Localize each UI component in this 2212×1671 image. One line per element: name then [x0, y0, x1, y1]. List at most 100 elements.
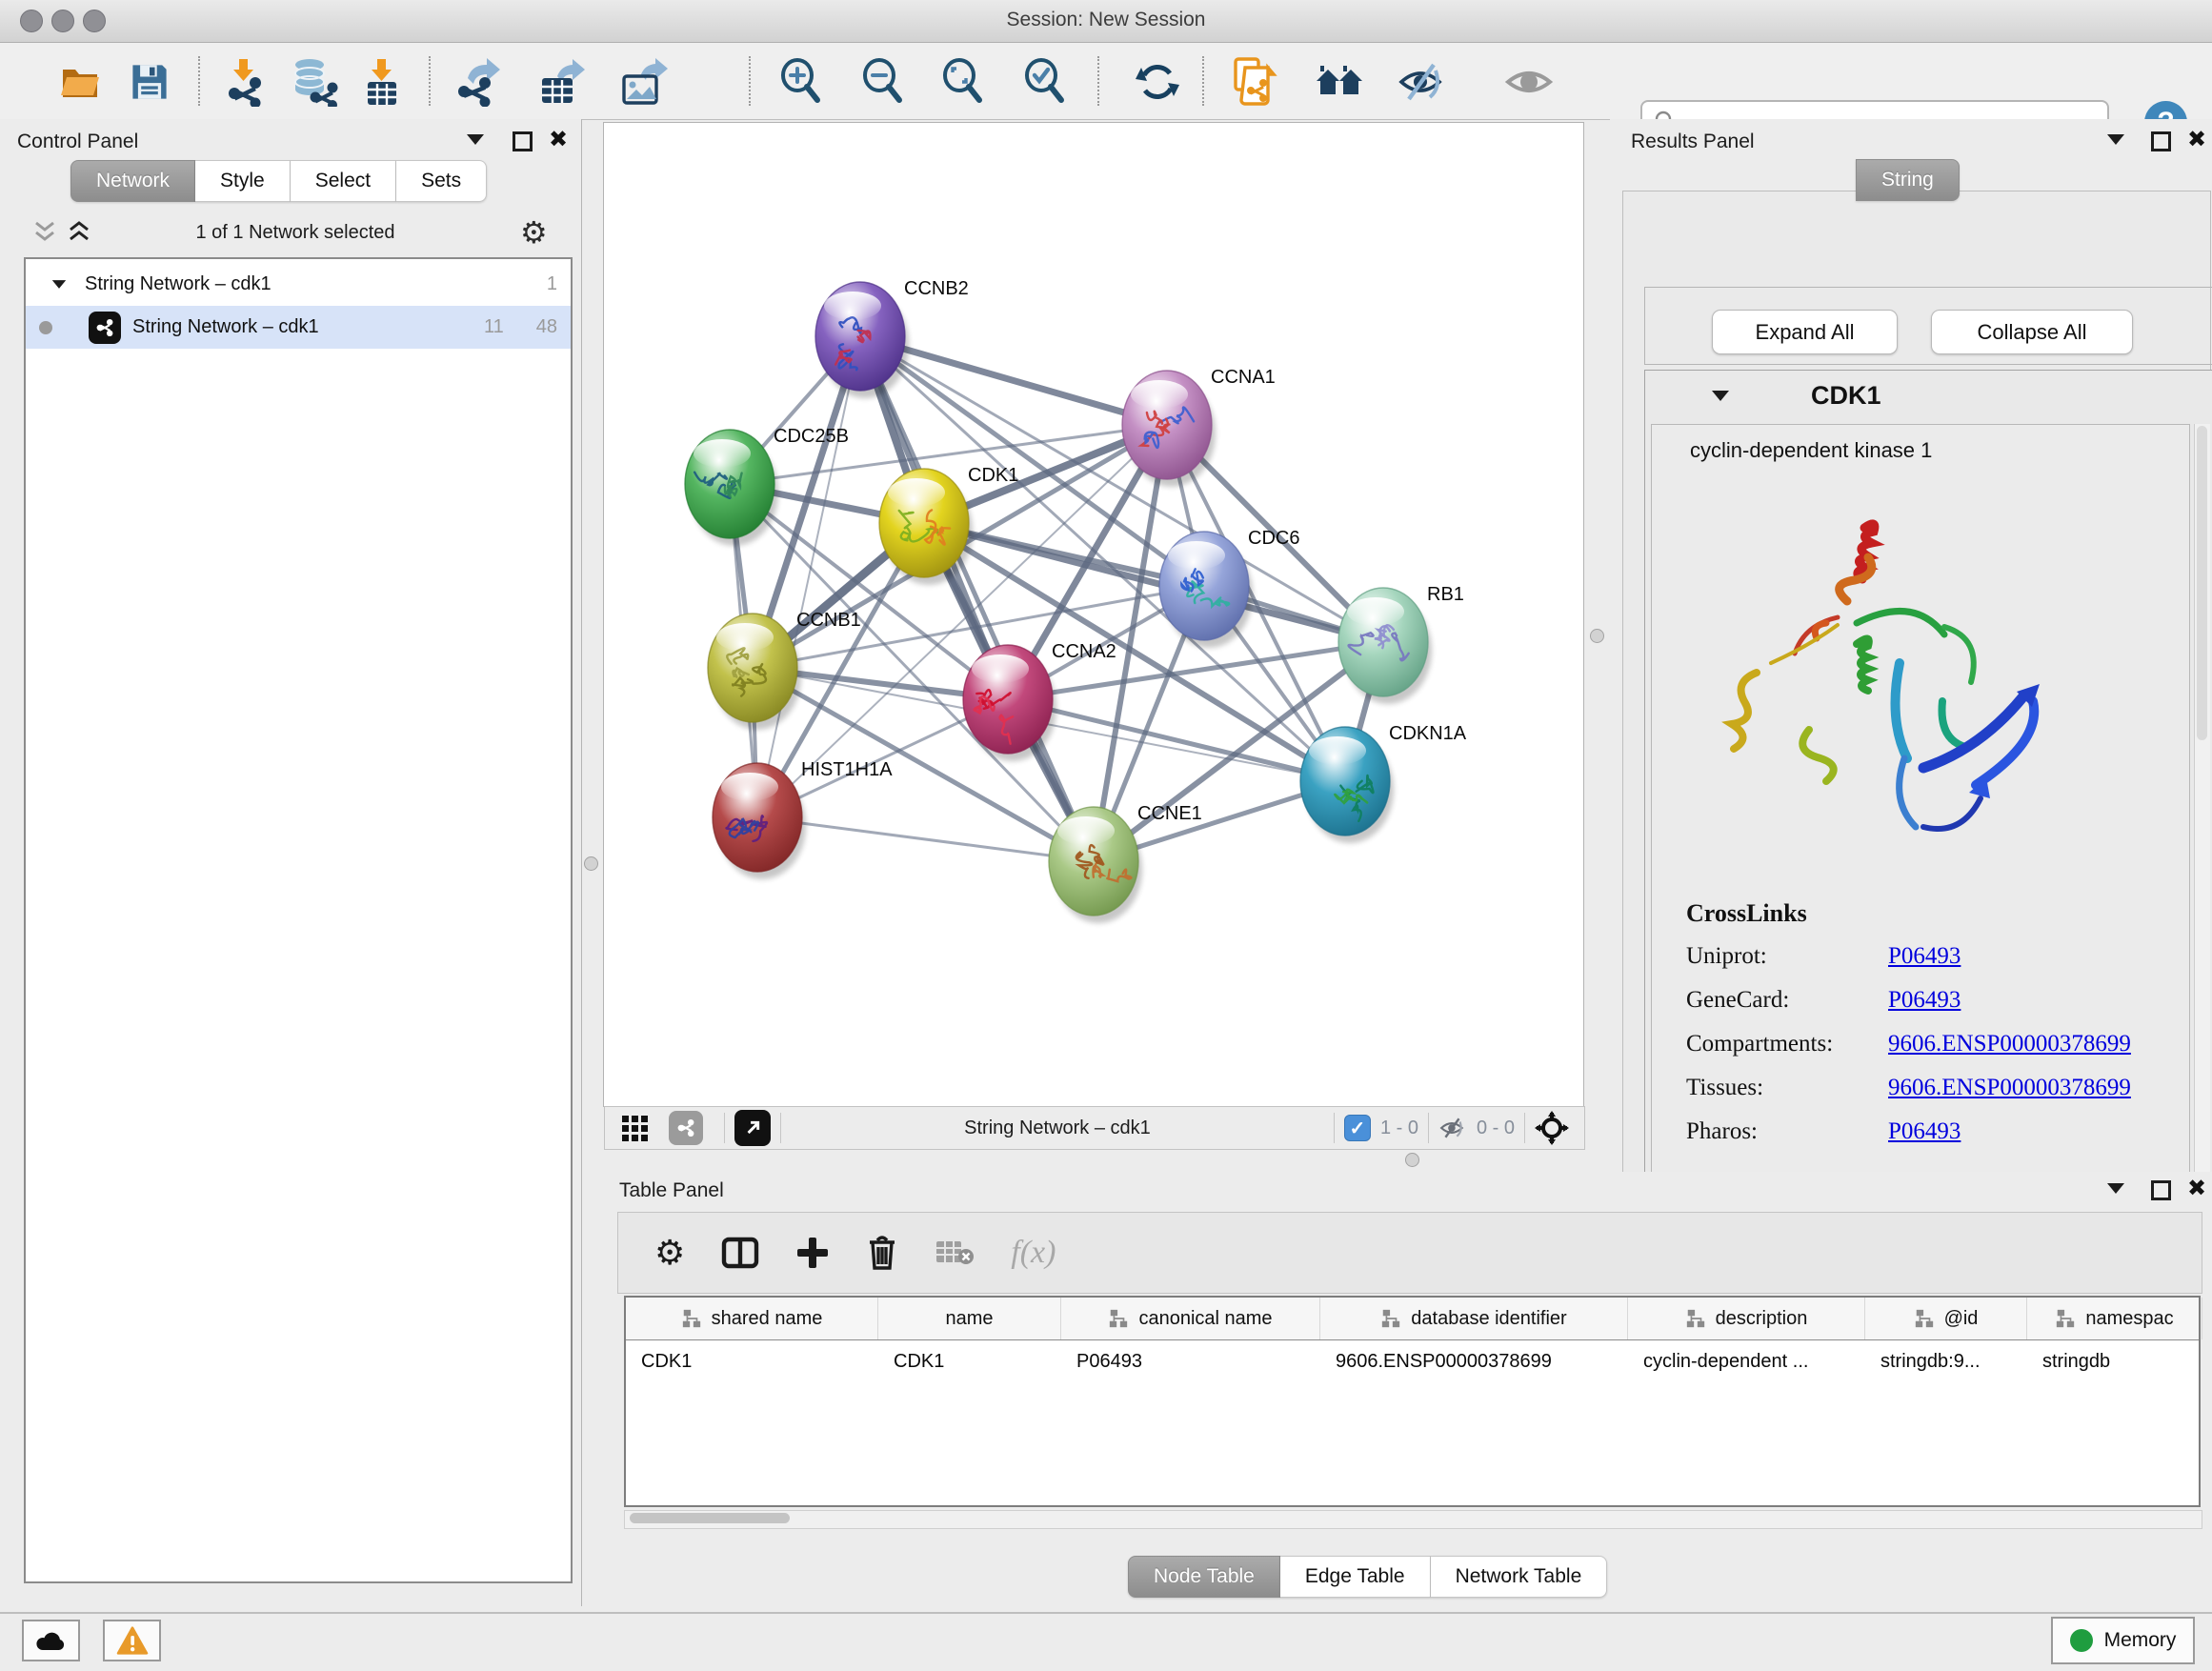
table-cell[interactable]: stringdb:9... — [1865, 1340, 2027, 1382]
maximize-panel-icon[interactable] — [513, 131, 533, 151]
export-image-button[interactable] — [615, 54, 671, 110]
network-edge[interactable] — [757, 817, 1094, 861]
tab-node-table[interactable]: Node Table — [1128, 1556, 1280, 1598]
table-cell[interactable]: 9606.ENSP00000378699 — [1320, 1340, 1628, 1382]
network-node-ccna1[interactable]: CCNA1 — [1122, 367, 1276, 487]
open-session-button[interactable] — [53, 54, 109, 110]
expand-all-button[interactable]: Expand All — [1712, 310, 1898, 354]
crosslink-link[interactable]: P06493 — [1888, 987, 1961, 1014]
section-collapse-icon[interactable] — [1712, 391, 1729, 401]
zoom-selected-button[interactable] — [1017, 54, 1073, 110]
results-scrollbar[interactable] — [2194, 424, 2210, 1173]
delete-column-trash-icon[interactable] — [866, 1235, 898, 1271]
float-panel-icon[interactable] — [467, 134, 484, 145]
create-column-plus-icon[interactable] — [795, 1236, 830, 1270]
results-scrollbar-thumb[interactable] — [2197, 426, 2207, 740]
network-node-ccnb1[interactable]: CCNB1 — [708, 610, 861, 730]
network-thumbnail-icon[interactable] — [669, 1111, 703, 1145]
hide-selected-button[interactable] — [1395, 54, 1450, 110]
float-panel-icon[interactable] — [2107, 134, 2124, 145]
maximize-panel-icon[interactable] — [2151, 131, 2171, 151]
tab-string-label[interactable]: String — [1856, 159, 1960, 201]
network-node-hist1h1a[interactable]: HIST1H1A — [713, 759, 893, 879]
network-node-ccne1[interactable]: CCNE1 — [1049, 803, 1202, 923]
tab-network[interactable]: Network — [70, 160, 195, 202]
collapse-all-button[interactable]: Collapse All — [1931, 310, 2133, 354]
collection-expand-icon[interactable] — [52, 280, 66, 289]
network-node-cdkn1a[interactable]: CDKN1A — [1300, 723, 1467, 843]
column-header-database-identifier[interactable]: database identifier — [1320, 1298, 1628, 1339]
cdk1-section-header[interactable]: CDK1 — [1645, 371, 2212, 420]
left-splitter-handle[interactable] — [584, 856, 598, 871]
tab-select[interactable]: Select — [291, 160, 396, 202]
scrollbar-thumb[interactable] — [630, 1513, 790, 1523]
zoom-out-button[interactable] — [855, 54, 911, 110]
zoom-fit-button[interactable] — [935, 54, 991, 110]
import-table-button[interactable] — [354, 54, 410, 110]
tab-sets[interactable]: Sets — [396, 160, 487, 202]
memory-button[interactable]: Memory — [2051, 1617, 2195, 1664]
selected-count-checkbox-icon[interactable]: ✓ — [1344, 1115, 1371, 1141]
string-network-graph[interactable]: CCNB2CCNA1CDC25BCDK1CDC6RB1CCNB1CCNA2CDK… — [604, 123, 1583, 1106]
results-panel-tab-string[interactable]: String — [1856, 159, 1960, 201]
table-cell[interactable]: CDK1 — [626, 1340, 878, 1382]
export-table-button[interactable] — [533, 54, 589, 110]
delete-table-icon[interactable] — [935, 1238, 975, 1268]
close-panel-icon[interactable]: ✖ — [2187, 130, 2206, 149]
birds-eye-navigator-icon[interactable] — [1535, 1111, 1569, 1145]
function-builder-icon[interactable]: f(x) — [1011, 1235, 1056, 1271]
crosslink-link[interactable]: P06493 — [1888, 943, 1961, 970]
column-header-namespac[interactable]: namespac — [2027, 1298, 2202, 1339]
crosslink-link[interactable]: P06493 — [1888, 1118, 1961, 1145]
tab-style[interactable]: Style — [195, 160, 291, 202]
table-horizontal-scrollbar[interactable] — [624, 1510, 2202, 1529]
zoom-in-button[interactable] — [774, 54, 829, 110]
tab-network-table[interactable]: Network Table — [1431, 1556, 1608, 1598]
close-panel-icon[interactable]: ✖ — [549, 130, 568, 149]
show-columns-icon[interactable] — [721, 1236, 759, 1270]
crosslink-link[interactable]: 9606.ENSP00000378699 — [1888, 1075, 2131, 1101]
table-cell[interactable]: CDK1 — [878, 1340, 1061, 1382]
close-panel-icon[interactable]: ✖ — [2187, 1178, 2206, 1198]
network-row[interactable]: String Network – cdk1 11 48 — [26, 306, 571, 349]
warning-status-button[interactable] — [103, 1620, 161, 1661]
column-header--id[interactable]: @id — [1865, 1298, 2027, 1339]
network-options-gear-icon[interactable]: ⚙ — [520, 214, 548, 251]
column-header-canonical-name[interactable]: canonical name — [1061, 1298, 1320, 1339]
expand-all-networks-icon[interactable] — [30, 220, 59, 245]
apply-layout-button[interactable] — [1130, 54, 1185, 110]
crosslink-link[interactable]: 9606.ENSP00000378699 — [1888, 1031, 2131, 1057]
table-options-gear-icon[interactable]: ⚙ — [654, 1234, 685, 1273]
network-node-rb1[interactable]: RB1 — [1338, 584, 1464, 704]
show-all-button[interactable] — [1501, 54, 1557, 110]
horizontal-splitter-handle[interactable] — [1405, 1153, 1419, 1167]
network-node-ccnb2[interactable]: CCNB2 — [815, 278, 969, 398]
network-canvas[interactable]: CCNB2CCNA1CDC25BCDK1CDC6RB1CCNB1CCNA2CDK… — [604, 123, 1583, 1106]
network-node-cdc6[interactable]: CDC6 — [1159, 528, 1299, 648]
table-cell[interactable]: cyclin-dependent ... — [1628, 1340, 1865, 1382]
import-network-button[interactable] — [219, 54, 274, 110]
grid-view-icon[interactable] — [622, 1116, 648, 1141]
column-header-name[interactable]: name — [878, 1298, 1061, 1339]
network-node-ccna2[interactable]: CCNA2 — [963, 641, 1116, 761]
right-splitter-handle[interactable] — [1590, 629, 1604, 643]
cloud-status-button[interactable] — [22, 1620, 80, 1661]
network-collection-row[interactable]: String Network – cdk1 1 — [26, 263, 571, 306]
home-networks-button[interactable] — [1313, 54, 1368, 110]
network-edge[interactable] — [860, 336, 1094, 861]
string-import-button[interactable] — [1227, 54, 1282, 110]
tab-edge-table[interactable]: Edge Table — [1280, 1556, 1431, 1598]
maximize-panel-icon[interactable] — [2151, 1180, 2171, 1200]
table-cell[interactable]: P06493 — [1061, 1340, 1320, 1382]
open-in-window-icon[interactable] — [734, 1110, 771, 1146]
node-table[interactable]: shared namenamecanonical namedatabase id… — [624, 1296, 2201, 1507]
float-panel-icon[interactable] — [2107, 1183, 2124, 1194]
table-cell[interactable]: stringdb — [2027, 1340, 2202, 1382]
export-network-button[interactable] — [452, 54, 507, 110]
collapse-all-networks-icon[interactable] — [65, 220, 93, 245]
import-network-from-database-button[interactable] — [286, 54, 341, 110]
network-edge[interactable] — [757, 336, 860, 817]
column-header-description[interactable]: description — [1628, 1298, 1865, 1339]
column-header-shared-name[interactable]: shared name — [626, 1298, 878, 1339]
table-row[interactable]: CDK1CDK1P064939606.ENSP00000378699cyclin… — [626, 1340, 2199, 1382]
